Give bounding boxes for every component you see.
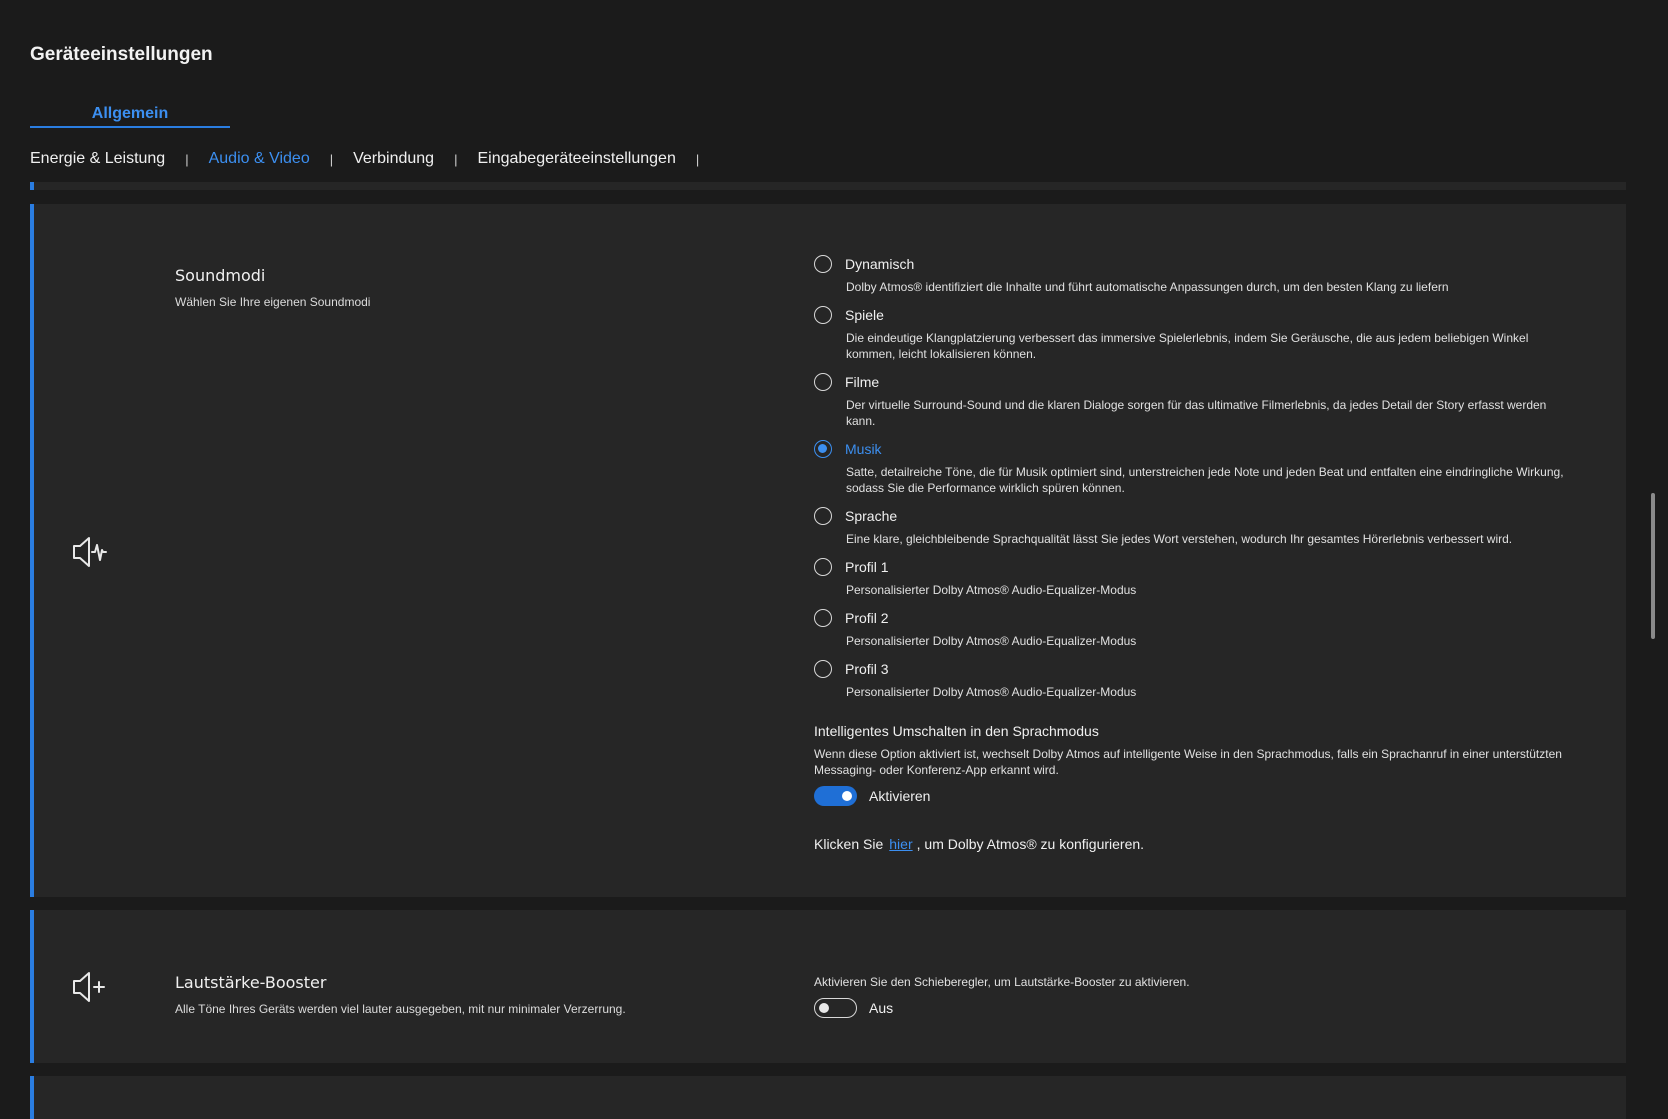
scrollbar-thumb[interactable]: [1651, 493, 1655, 639]
radio-profil-2[interactable]: [814, 609, 832, 627]
sound-mode-spiele[interactable]: Spiele Die eindeutige Klangplatzierung v…: [814, 303, 1594, 362]
radio-musik[interactable]: [814, 440, 832, 458]
volume-booster-toggle-label: Aus: [869, 1000, 894, 1016]
sound-mode-options: Dynamisch Dolby Atmos® identifiziert die…: [814, 252, 1594, 708]
configure-suffix: , um Dolby Atmos® zu konfigurieren.: [916, 836, 1145, 852]
option-label: Profil 3: [845, 661, 889, 677]
smart-switch-toggle-row: Aktivieren: [814, 786, 930, 806]
option-description: Personalisierter Dolby Atmos® Audio-Equa…: [846, 685, 1137, 699]
option-label: Spiele: [845, 307, 884, 323]
sound-mode-filme[interactable]: Filme Der virtuelle Surround-Sound und d…: [814, 370, 1594, 429]
configure-dolby-line: Klicken Sie hier, um Dolby Atmos® zu konf…: [814, 836, 1144, 852]
option-label: Filme: [845, 374, 880, 390]
subtab-verbindung[interactable]: Verbindung: [353, 150, 434, 168]
volume-booster-subtitle: Alle Töne Ihres Geräts werden viel laute…: [175, 1002, 626, 1016]
option-description: Die eindeutige Klangplatzierung verbesse…: [846, 331, 1529, 361]
page-title: Geräteeinstellungen: [30, 44, 213, 65]
sound-modes-title: Soundmodi: [175, 266, 266, 285]
radio-profil-3[interactable]: [814, 660, 832, 678]
smart-switch-title: Intelligentes Umschalten in den Sprachmo…: [814, 723, 1099, 739]
sound-mode-dynamisch[interactable]: Dynamisch Dolby Atmos® identifiziert die…: [814, 252, 1594, 295]
subtab-separator: |: [695, 151, 700, 167]
smart-switch-description: Wenn diese Option aktiviert ist, wechsel…: [814, 747, 1562, 777]
configure-prefix: Klicken Sie: [814, 836, 884, 852]
subtab-eingabegeraete[interactable]: Eingabegeräteeinstellungen: [477, 150, 675, 168]
smart-switch-toggle[interactable]: [814, 786, 857, 806]
speaker-wave-icon: [73, 537, 107, 567]
subtab-energie-leistung[interactable]: Energie & Leistung: [30, 150, 165, 168]
sound-mode-sprache[interactable]: Sprache Eine klare, gleichbleibende Spra…: [814, 504, 1594, 547]
radio-sprache[interactable]: [814, 507, 832, 525]
option-label: Profil 1: [845, 559, 889, 575]
subtab-separator: |: [185, 151, 189, 167]
option-label: Dynamisch: [845, 256, 915, 272]
option-label: Profil 2: [845, 610, 889, 626]
volume-booster-hint: Aktivieren Sie den Schieberegler, um Lau…: [814, 975, 1190, 989]
radio-spiele[interactable]: [814, 306, 832, 324]
option-description: Personalisierter Dolby Atmos® Audio-Equa…: [846, 583, 1137, 597]
smart-switch-toggle-label: Aktivieren: [869, 788, 931, 804]
subtab-separator: |: [329, 151, 334, 167]
configure-dolby-link[interactable]: hier: [889, 836, 912, 852]
previous-card-edge: [30, 182, 1626, 190]
subtab-audio-video[interactable]: Audio & Video: [209, 150, 310, 168]
subtab-separator: |: [454, 151, 458, 167]
tab-allgemein[interactable]: Allgemein: [30, 96, 230, 128]
radio-dynamisch[interactable]: [814, 255, 832, 273]
option-description: Der virtuelle Surround-Sound und die kla…: [846, 398, 1547, 428]
sound-mode-profil-3[interactable]: Profil 3 Personalisierter Dolby Atmos® A…: [814, 657, 1594, 700]
radio-profil-1[interactable]: [814, 558, 832, 576]
volume-booster-toggle-row: Aus: [814, 998, 893, 1018]
speaker-plus-icon: [73, 972, 105, 1002]
volume-booster-title: Lautstärke-Booster: [175, 973, 327, 992]
option-description: Personalisierter Dolby Atmos® Audio-Equa…: [846, 634, 1137, 648]
volume-booster-card: Lautstärke-Booster Alle Töne Ihres Gerät…: [30, 910, 1626, 1063]
option-label: Sprache: [845, 508, 898, 524]
sound-mode-profil-1[interactable]: Profil 1 Personalisierter Dolby Atmos® A…: [814, 555, 1594, 598]
radio-filme[interactable]: [814, 373, 832, 391]
sound-modes-subtitle: Wählen Sie Ihre eigenen Soundmodi: [175, 295, 371, 309]
option-description: Dolby Atmos® identifiziert die Inhalte u…: [846, 280, 1449, 294]
volume-booster-toggle[interactable]: [814, 998, 857, 1018]
subtab-bar: Energie & Leistung | Audio & Video | Ver…: [30, 150, 719, 168]
option-description: Eine klare, gleichbleibende Sprachqualit…: [846, 532, 1513, 546]
next-card-partial: [30, 1076, 1626, 1119]
option-label: Musik: [845, 441, 882, 457]
option-description: Satte, detailreiche Töne, die für Musik …: [846, 465, 1564, 495]
sound-mode-profil-2[interactable]: Profil 2 Personalisierter Dolby Atmos® A…: [814, 606, 1594, 649]
sound-modes-card: Soundmodi Wählen Sie Ihre eigenen Soundm…: [30, 204, 1626, 897]
tab-allgemein-label: Allgemein: [91, 105, 169, 122]
sound-mode-musik[interactable]: Musik Satte, detailreiche Töne, die für …: [814, 437, 1594, 496]
